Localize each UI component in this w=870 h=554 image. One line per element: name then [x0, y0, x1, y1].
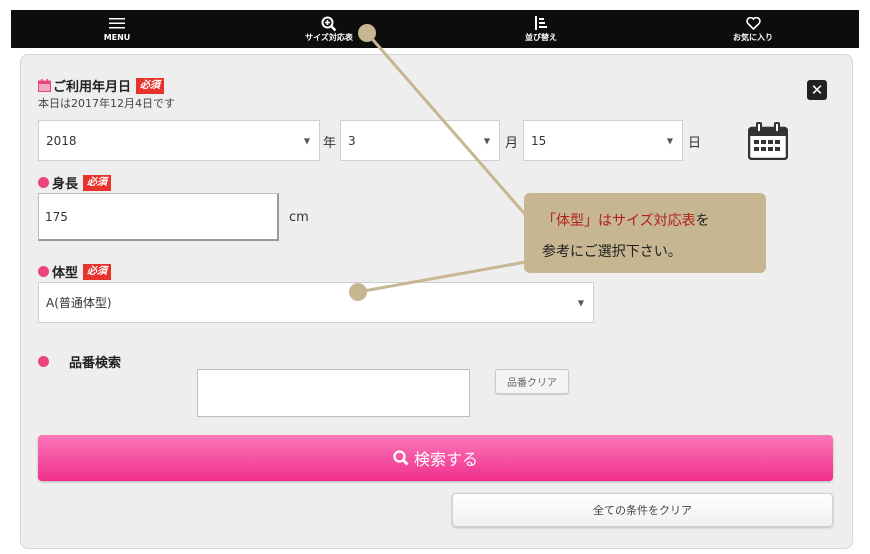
height-label: 身長 [52, 177, 79, 192]
year-select[interactable]: 2018 ▼ [38, 120, 320, 161]
product-search-label-row: 品番検索 [38, 352, 121, 371]
nav-size-chart[interactable]: サイズ対応表 [223, 10, 435, 48]
nav-menu[interactable]: MENU [11, 10, 223, 48]
dropdown-arrow-icon: ▼ [666, 136, 673, 145]
height-label-row: 身長 必須 [38, 173, 112, 192]
calendar-icon[interactable] [747, 122, 789, 164]
required-badge: 必須 [83, 263, 112, 280]
dropdown-arrow-icon: ▼ [577, 298, 584, 307]
body-type-select[interactable]: A(普通体型) ▼ [38, 282, 594, 323]
required-badge: 必須 [136, 77, 165, 94]
product-clear-button[interactable]: 品番クリア [495, 369, 569, 394]
required-badge: 必須 [83, 174, 112, 191]
nav-sort[interactable]: 並び替え [435, 10, 647, 48]
zoom-in-icon [321, 15, 337, 32]
day-value: 15 [531, 133, 547, 148]
product-search-label: 品番検索 [69, 356, 122, 371]
close-icon: ✕ [810, 81, 824, 99]
height-value: 175 [45, 209, 68, 224]
birthdate-label: ご利用年月日 [53, 80, 132, 95]
nav-size-chart-label: サイズ対応表 [305, 33, 353, 42]
height-input[interactable]: 175 [38, 193, 279, 241]
day-unit: 日 [688, 136, 702, 151]
search-button-label: 検索する [413, 450, 478, 469]
search-button[interactable]: 検索する [38, 435, 833, 481]
nav-sort-label: 並び替え [525, 33, 557, 42]
year-unit: 年 [323, 136, 337, 151]
hamburger-menu-icon [109, 15, 125, 32]
tooltip-text: を [695, 213, 710, 229]
top-nav: MENU サイズ対応表 並び替え お気に入り [11, 10, 859, 48]
day-select[interactable]: 15 ▼ [523, 120, 683, 161]
tooltip-line2: 参考にご選択下さい。 [542, 244, 682, 260]
body-type-label: 体型 [52, 266, 79, 281]
close-button[interactable]: ✕ [807, 80, 827, 100]
month-select[interactable]: 3 ▼ [340, 120, 500, 161]
body-type-label-row: 体型 必須 [38, 262, 112, 281]
heart-icon [745, 15, 761, 32]
bullet-dot-icon [38, 356, 49, 367]
nav-favorites[interactable]: お気に入り [647, 10, 859, 48]
product-number-input[interactable] [197, 369, 470, 417]
bullet-dot-icon [38, 266, 49, 277]
dropdown-arrow-icon: ▼ [303, 136, 310, 145]
dropdown-arrow-icon: ▼ [483, 136, 490, 145]
month-unit: 月 [505, 136, 519, 151]
calendar-small-icon [38, 79, 51, 92]
birthdate-label-row: ご利用年月日 必須 [38, 76, 165, 95]
search-icon [393, 450, 409, 466]
today-text: 本日は2017年12月4日です [38, 97, 175, 110]
bullet-dot-icon [38, 177, 49, 188]
sort-icon [534, 15, 548, 32]
nav-menu-label: MENU [103, 33, 131, 42]
month-value: 3 [348, 133, 356, 148]
year-value: 2018 [46, 133, 77, 148]
reset-all-button[interactable]: 全ての条件をクリア [452, 493, 833, 527]
body-type-value: A(普通体型) [46, 296, 112, 310]
help-tooltip: 「体型」はサイズ対応表を 参考にご選択下さい。 [524, 193, 766, 273]
nav-favorites-label: お気に入り [733, 33, 773, 42]
tooltip-highlight: 「体型」はサイズ対応表 [542, 213, 696, 229]
height-unit: cm [289, 210, 309, 225]
